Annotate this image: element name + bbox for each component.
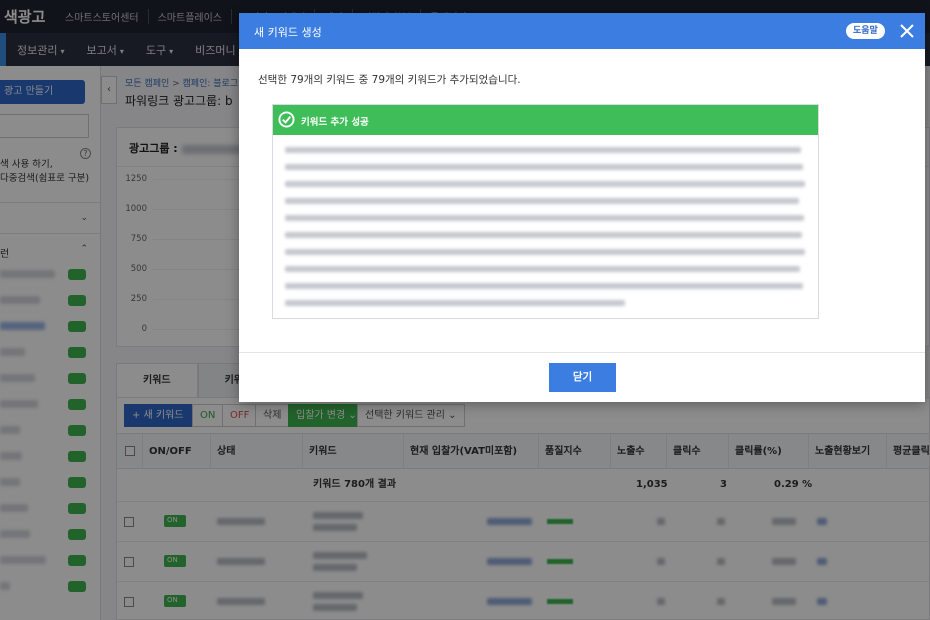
close-button[interactable]: 닫기 bbox=[549, 363, 616, 392]
check-circle-icon bbox=[278, 111, 295, 128]
result-panel: 키워드 추가 성공 bbox=[272, 104, 819, 319]
dialog-message: 선택한 79개의 키워드 중 79개의 키워드가 추가되었습니다. bbox=[258, 74, 521, 86]
close-icon[interactable] bbox=[897, 21, 917, 41]
result-header: 키워드 추가 성공 bbox=[273, 105, 818, 135]
dialog-footer-divider bbox=[239, 352, 925, 353]
dialog-header: 새 키워드 생성 도움말 bbox=[239, 13, 925, 49]
help-button[interactable]: 도움말 bbox=[846, 23, 885, 39]
added-keywords-list bbox=[285, 145, 807, 315]
result-title: 키워드 추가 성공 bbox=[301, 117, 369, 128]
new-keyword-dialog: 새 키워드 생성 도움말 선택한 79개의 키워드 중 79개의 키워드가 추가… bbox=[239, 13, 925, 402]
dialog-title: 새 키워드 생성 bbox=[254, 26, 322, 39]
